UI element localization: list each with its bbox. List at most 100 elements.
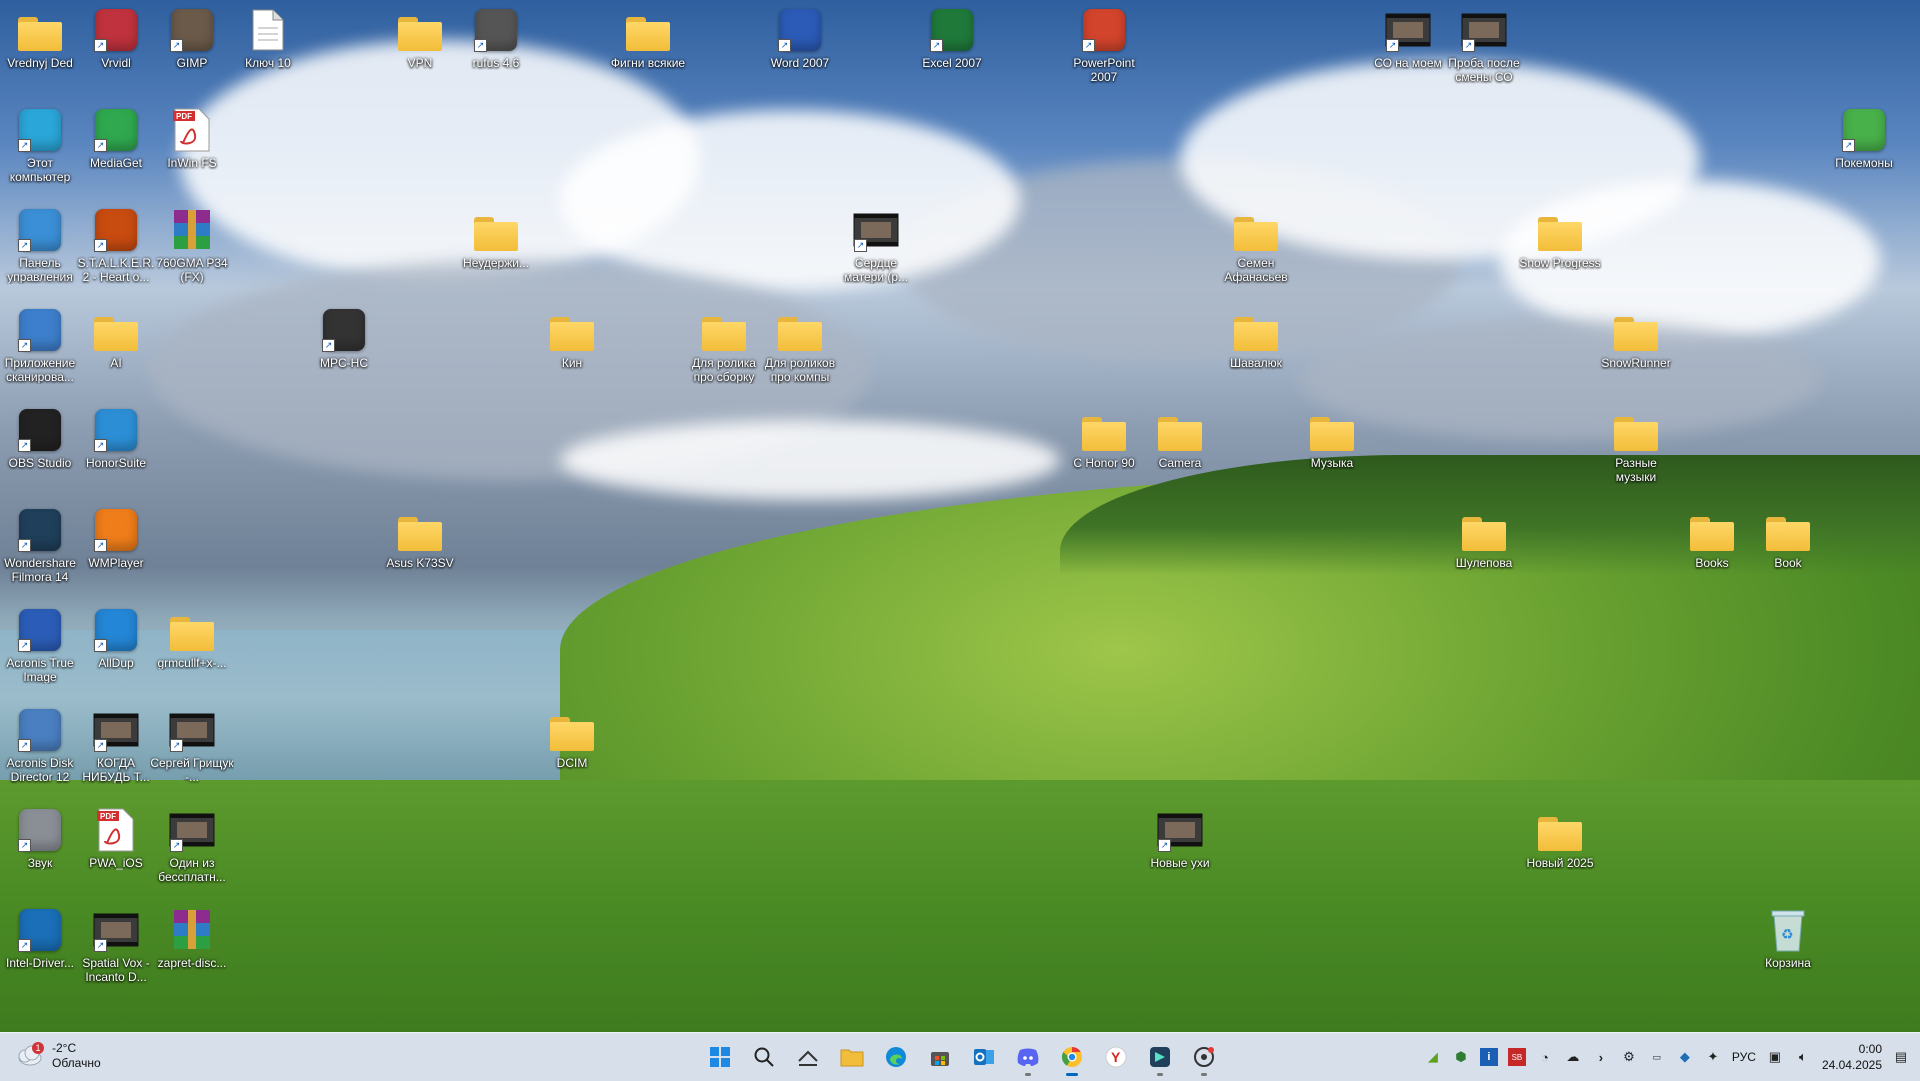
desktop-icon[interactable]: PDF PWA_iOS (76, 806, 156, 870)
desktop-icon[interactable]: ↗ Один из бессплатн... (152, 806, 232, 884)
bluetooth-tools-icon[interactable]: ✦ (1704, 1048, 1722, 1066)
desktop-icon[interactable]: ↗ AllDup (76, 606, 156, 670)
desktop-icon[interactable]: ↗ Новые ухи (1140, 806, 1220, 870)
speed-gauge-icon[interactable]: ◔ (1536, 1048, 1554, 1066)
desktop-icon-image (1232, 206, 1280, 254)
desktop-icon[interactable]: Для роликов про компы (760, 306, 840, 384)
yandex-browser-icon: Y (1105, 1046, 1127, 1068)
desktop-icon[interactable]: AI (76, 306, 156, 370)
desktop-icon[interactable]: SnowRunner (1596, 306, 1676, 370)
folder-icon (398, 517, 442, 551)
desktop-icon[interactable]: ↗ Acronis True Image (0, 606, 80, 684)
desktop-icon[interactable]: ↗ Excel 2007 (912, 6, 992, 70)
desktop-icon[interactable]: ↗ PowerPoint 2007 (1064, 6, 1144, 84)
desktop-icon[interactable]: ↗ Проба после смены СО (1444, 6, 1524, 84)
desktop-icon[interactable]: Book (1748, 506, 1828, 570)
desktop-icon[interactable]: Музыка (1292, 406, 1372, 470)
keyboard-icon[interactable]: ▭ (1648, 1048, 1666, 1066)
desktop-icon[interactable]: zapret-disc... (152, 906, 232, 970)
desktop-icon[interactable]: Разные музыки (1596, 406, 1676, 484)
desktop-icon[interactable]: ↗ Wondershare Filmora 14 (0, 506, 80, 584)
desktop-icon[interactable]: 760GMA P34 (FX) (152, 206, 232, 284)
desktop-icon[interactable]: grmcullf+x-... (152, 606, 232, 670)
desktop-icon[interactable]: Шавалюк (1216, 306, 1296, 370)
desktop-icon[interactable]: Шулепова (1444, 506, 1524, 570)
desktop-icon[interactable]: Snow Progress (1519, 206, 1601, 270)
desktop-icon[interactable]: ↗ S.T.A.L.K.E.R. 2 - Heart o... (76, 206, 156, 284)
taskbar-search-button[interactable] (744, 1037, 784, 1077)
desktop-icon[interactable]: ↗ Приложение сканирова... (0, 306, 80, 384)
desktop-icon[interactable]: Books (1672, 506, 1752, 570)
desktop-icon[interactable]: ↗ MediaGet (76, 106, 156, 170)
desktop-icon[interactable]: Asus K73SV (380, 506, 460, 570)
desktop-icon[interactable]: С Honor 90 (1064, 406, 1144, 470)
network-shield-icon[interactable]: ⬢ (1452, 1048, 1470, 1066)
widgets-icon (796, 1046, 820, 1068)
taskbar-obs-button[interactable] (1184, 1037, 1224, 1077)
desktop-icon[interactable]: Семен Афанасьев (1216, 206, 1296, 284)
desktop-icon[interactable]: ↗ Покемоны (1824, 106, 1904, 170)
taskbar-filmora-button[interactable] (1140, 1037, 1180, 1077)
desktop-icon[interactable]: ↗ rufus 4.6 (456, 6, 536, 70)
desktop-icon[interactable]: ↗ КОГДА НИБУДЬ Т... (76, 706, 156, 784)
desktop-icon[interactable]: ↗ GIMP (152, 6, 232, 70)
desktop-icon[interactable]: Неудержи... (456, 206, 536, 270)
desktop-icon[interactable]: ↗ HonorSuite (76, 406, 156, 470)
clock[interactable]: 0:00 24.04.2025 (1822, 1041, 1882, 1073)
taskbar-start-button[interactable] (700, 1037, 740, 1077)
volume-icon[interactable]: 🔈︎ (1794, 1048, 1812, 1066)
taskbar-chrome-button[interactable] (1052, 1037, 1092, 1077)
desktop-icon-label: HonorSuite (85, 456, 147, 470)
desktop-icon[interactable]: ↗ OBS Studio (0, 406, 80, 470)
taskbar-yandex-button[interactable]: Y (1096, 1037, 1136, 1077)
svg-text:♻: ♻ (1781, 926, 1794, 942)
weather-widget[interactable]: 1 -2°C Облачно (14, 1041, 101, 1071)
desktop-icon[interactable]: ↗ Word 2007 (760, 6, 840, 70)
desktop-icon-label: Разные музыки (1615, 456, 1657, 484)
taskbar-store-button[interactable] (920, 1037, 960, 1077)
cloud-sync-icon[interactable]: ☁ (1564, 1048, 1582, 1066)
language-indicator[interactable]: РУС (1732, 1050, 1756, 1064)
nvidia-icon[interactable]: ◢ (1424, 1048, 1442, 1066)
chevron-right-icon[interactable]: › (1592, 1048, 1610, 1066)
desktop-icon[interactable]: Кин (532, 306, 612, 370)
desktop-icon[interactable]: ↗ Intel-Driver... (0, 906, 80, 970)
desktop-icon[interactable]: Фигни всякие (608, 6, 688, 70)
steam-icon[interactable]: ⚙ (1620, 1048, 1638, 1066)
desktop-icon[interactable]: Ключ 10 (228, 6, 308, 70)
desktop-icon[interactable]: ↗ Vrvidl (76, 6, 156, 70)
sb-app-icon[interactable]: SB (1507, 1048, 1526, 1066)
desktop-icon[interactable]: ♻ Корзина (1748, 906, 1828, 970)
desktop-icon[interactable]: DCIM (532, 706, 612, 770)
desktop-icon[interactable]: Новый 2025 (1520, 806, 1600, 870)
desktop-icon[interactable]: ↗ Spatial Vox - Incanto D... (76, 906, 156, 984)
notification-icon[interactable]: ▤ (1892, 1048, 1910, 1066)
folder-icon (1158, 417, 1202, 451)
desktop-icon[interactable]: ↗ MPC-HC (304, 306, 384, 370)
desktop-icon[interactable]: PDF InWin FS (152, 106, 232, 170)
desktop-icon[interactable]: ↗ СО на моем (1368, 6, 1448, 70)
svg-text:Y: Y (1111, 1049, 1121, 1065)
desktop-icon[interactable]: ↗ Панель управления (0, 206, 80, 284)
shortcut-arrow-icon: ↗ (18, 439, 31, 452)
desktop-icon[interactable]: Для ролика про сборку (684, 306, 764, 384)
taskbar-outlook-button[interactable] (964, 1037, 1004, 1077)
desktop-icon[interactable]: Vrednyj Ded (0, 6, 80, 70)
taskbar-widgets-button[interactable] (788, 1037, 828, 1077)
info-app-icon[interactable]: i (1479, 1048, 1498, 1066)
display-icon[interactable]: ▣ (1766, 1048, 1784, 1066)
desktop-icon[interactable]: ↗ Сердце матери (р... (836, 206, 916, 284)
desktop-icon[interactable]: ↗ Этот компьютер (0, 106, 80, 184)
desktop-icon[interactable]: ↗ Acronis Disk Director 12 (0, 706, 80, 784)
desktop-icon[interactable]: ↗ WMPlayer (76, 506, 156, 570)
desktop-icon[interactable]: ↗ Сергей Грищук -... (150, 706, 234, 784)
security-icon[interactable]: ◆ (1676, 1048, 1694, 1066)
desktop-icon[interactable]: VPN (380, 6, 460, 70)
desktop-icon[interactable]: ↗ Звук (0, 806, 80, 870)
desktop-icon[interactable]: Camera (1140, 406, 1220, 470)
taskbar-edge-button[interactable] (876, 1037, 916, 1077)
taskbar-discord-button[interactable] (1008, 1037, 1048, 1077)
taskbar-explorer-button[interactable] (832, 1037, 872, 1077)
desktop-icon-label: Приложение сканирова... (4, 356, 76, 384)
weather-temperature: -2°C (52, 1041, 77, 1055)
